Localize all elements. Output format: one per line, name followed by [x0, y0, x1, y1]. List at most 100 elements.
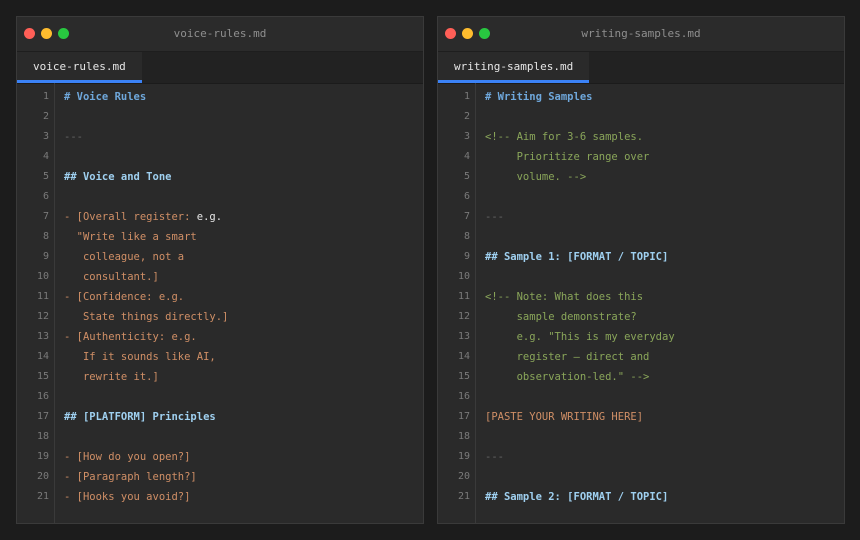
code-token: volume. -->	[485, 171, 587, 183]
line-number-gutter: 1 2 3 4 5 6 7 8 9 10 11 12 13 14 15 16 17 18 19 20 21	[17, 83, 55, 523]
code-line[interactable]: volume. -->	[485, 167, 844, 187]
code-line[interactable]	[64, 427, 423, 447]
code-token: "Write like a smart	[64, 231, 197, 243]
code-line[interactable]: If it sounds like AI,	[64, 347, 423, 367]
code-line[interactable]: colleague, not a	[64, 247, 423, 267]
code-token: - [Confidence: e.g.	[64, 291, 185, 303]
line-number: 21	[36, 491, 49, 502]
code-token: consultant.]	[64, 271, 159, 283]
code-line[interactable]: - [Authenticity: e.g.	[64, 327, 423, 347]
code-token: register — direct and	[485, 351, 650, 363]
code-line[interactable]: e.g. "This is my everyday	[485, 327, 844, 347]
code-line[interactable]	[64, 147, 423, 167]
code-line[interactable]: - [Paragraph length?]	[64, 467, 423, 487]
code-line[interactable]: sample demonstrate?	[485, 307, 844, 327]
code-line[interactable]	[64, 387, 423, 407]
code-line[interactable]	[64, 107, 423, 127]
code-line[interactable]: ## Sample 1: [FORMAT / TOPIC]	[485, 247, 844, 267]
code-line[interactable]: # Writing Samples	[485, 87, 844, 107]
code-line[interactable]: ---	[485, 447, 844, 467]
editor-window-voice-rules: voice-rules.md voice-rules.md 1234567891…	[16, 16, 424, 524]
code-line[interactable]: ---	[485, 207, 844, 227]
line-number: 18	[36, 431, 49, 442]
editor-window-writing-samples: writing-samples.md writing-samples.md 12…	[437, 16, 845, 524]
code-token: ## Voice and Tone	[64, 171, 172, 183]
code-line[interactable]	[485, 467, 844, 487]
code-token: State things directly.]	[64, 311, 229, 323]
line-number: 15	[457, 371, 470, 382]
code-line[interactable]: ## [PLATFORM] Principles	[64, 407, 423, 427]
code-area[interactable]: # Writing Samples <!-- Aim for 3-6 sample…	[476, 83, 844, 523]
code-line[interactable]	[64, 187, 423, 207]
code-token: ## Sample 2: [FORMAT / TOPIC]	[485, 491, 669, 503]
line-number: 5	[42, 171, 49, 182]
code-token: # Voice Rules	[64, 91, 147, 103]
title-bar[interactable]: writing-samples.md	[438, 17, 844, 52]
code-line[interactable]	[485, 107, 844, 127]
code-token: - [Overall register:	[64, 211, 197, 223]
code-line[interactable]: <!-- Aim for 3-6 samples.	[485, 127, 844, 147]
line-number: 11	[457, 291, 470, 302]
code-line[interactable]: <!-- Note: What does this	[485, 287, 844, 307]
line-number: 13	[457, 331, 470, 342]
line-number-gutter: 1 2 3 4 5 6 7 8 9 10 11 12 13 14 15 16 17 18 19 20 21	[438, 83, 476, 523]
code-line[interactable]: - [How do you open?]	[64, 447, 423, 467]
line-number: 21	[457, 491, 470, 502]
code-line[interactable]	[485, 227, 844, 247]
code-token: rewrite it.]	[64, 371, 159, 383]
line-number: 14	[457, 351, 470, 362]
code-line[interactable]: ## Sample 2: [FORMAT / TOPIC]	[485, 487, 844, 507]
code-line[interactable]	[485, 427, 844, 447]
code-line[interactable]	[485, 267, 844, 287]
code-line[interactable]: [PASTE YOUR WRITING HERE]	[485, 407, 844, 427]
code-line[interactable]: State things directly.]	[64, 307, 423, 327]
code-token: Prioritize range over	[485, 151, 650, 163]
line-number: 17	[457, 411, 470, 422]
tab-voice-rules[interactable]: voice-rules.md	[17, 52, 142, 83]
code-line[interactable]: observation-led." -->	[485, 367, 844, 387]
line-number: 5	[463, 171, 470, 182]
line-number: 17	[36, 411, 49, 422]
code-line[interactable]: register — direct and	[485, 347, 844, 367]
tab-bar: writing-samples.md	[438, 52, 844, 84]
line-number: 16	[457, 391, 470, 402]
code-token: ## Sample 1: [FORMAT / TOPIC]	[485, 251, 669, 263]
line-number: 6	[42, 191, 49, 202]
line-number: 1	[42, 91, 49, 102]
code-line[interactable]: # Voice Rules	[64, 87, 423, 107]
title-bar[interactable]: voice-rules.md	[17, 17, 423, 52]
code-line[interactable]	[485, 387, 844, 407]
line-number: 3	[42, 131, 49, 142]
line-number: 14	[36, 351, 49, 362]
code-line[interactable]: ## Voice and Tone	[64, 167, 423, 187]
code-token: ---	[64, 131, 83, 143]
tab-writing-samples[interactable]: writing-samples.md	[438, 52, 590, 83]
code-token: - [Authenticity: e.g.	[64, 331, 197, 343]
code-line[interactable]: rewrite it.]	[64, 367, 423, 387]
code-line[interactable]: consultant.]	[64, 267, 423, 287]
code-line[interactable]	[485, 187, 844, 207]
window-title: voice-rules.md	[173, 27, 267, 40]
code-line[interactable]: - [Overall register: e.g.	[64, 207, 423, 227]
line-number: 20	[36, 471, 49, 482]
code-token: ---	[485, 451, 504, 463]
code-line[interactable]: - [Confidence: e.g.	[64, 287, 423, 307]
line-number: 13	[36, 331, 49, 342]
code-token: - [Paragraph length?]	[64, 471, 197, 483]
line-number: 18	[457, 431, 470, 442]
code-token: - [How do you open?]	[64, 451, 191, 463]
code-area[interactable]: # Voice Rules --- ## Voice and Tone - [Over…	[55, 83, 423, 523]
line-number: 6	[463, 191, 470, 202]
code-token: sample demonstrate?	[485, 311, 637, 323]
code-editor[interactable]: 1 2 3 4 5 6 7 8 9 10 11 12 13 14 15 16 17 18 19 20 21 # Voic…	[17, 83, 423, 523]
code-token: - [Hooks you avoid?]	[64, 491, 191, 503]
line-number: 16	[36, 391, 49, 402]
code-token: observation-led." -->	[485, 371, 650, 383]
code-line[interactable]: "Write like a smart	[64, 227, 423, 247]
code-line[interactable]: Prioritize range over	[485, 147, 844, 167]
code-editor[interactable]: 1 2 3 4 5 6 7 8 9 10 11 12 13 14 15 16 17 18 19 20 21 # Writ…	[438, 83, 844, 523]
line-number: 2	[42, 111, 49, 122]
code-line[interactable]: - [Hooks you avoid?]	[64, 487, 423, 507]
code-token: <!-- Aim for 3-6 samples.	[485, 131, 644, 143]
code-line[interactable]: ---	[64, 127, 423, 147]
